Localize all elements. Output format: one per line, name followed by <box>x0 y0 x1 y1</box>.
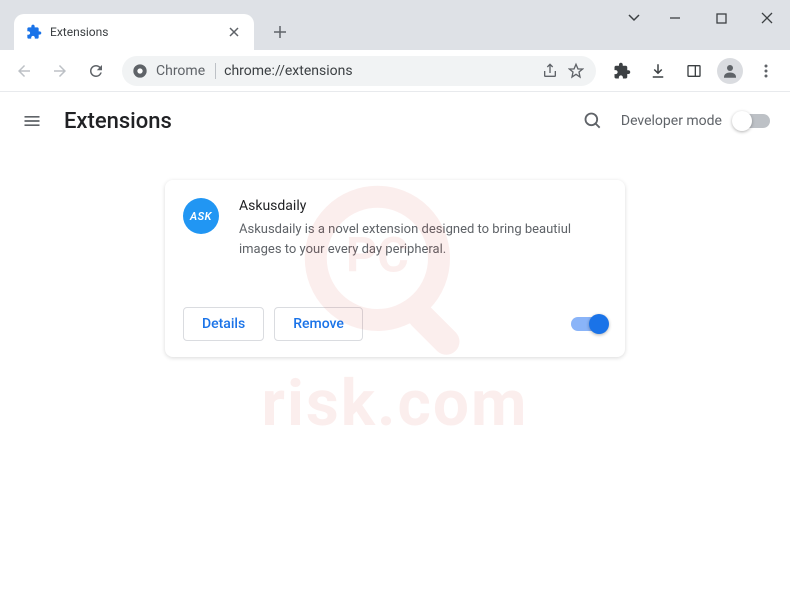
page-title: Extensions <box>64 109 577 134</box>
extension-icon: ASK <box>183 198 219 234</box>
close-window-button[interactable] <box>744 0 790 36</box>
extension-card: ASK Askusdaily Askusdaily is a novel ext… <box>165 180 625 357</box>
tab-search-button[interactable] <box>616 0 652 36</box>
extension-puzzle-icon <box>26 24 42 40</box>
profile-button[interactable] <box>714 55 746 87</box>
minimize-button[interactable] <box>652 0 698 36</box>
maximize-button[interactable] <box>698 0 744 36</box>
browser-tab[interactable]: Extensions <box>14 14 254 50</box>
search-button[interactable] <box>577 105 609 137</box>
bookmark-star-icon[interactable] <box>568 63 584 79</box>
window-titlebar: Extensions <box>0 0 790 50</box>
sidepanel-icon[interactable] <box>678 55 710 87</box>
watermark-text: risk.com <box>262 366 529 441</box>
extension-name: Askusdaily <box>239 198 607 214</box>
extension-enable-toggle[interactable] <box>571 317 607 331</box>
browser-toolbar: Chrome chrome://extensions <box>0 50 790 92</box>
downloads-icon[interactable] <box>642 55 674 87</box>
extensions-list: ASK Askusdaily Askusdaily is a novel ext… <box>0 150 790 357</box>
window-controls <box>616 0 790 36</box>
address-scheme: Chrome <box>156 63 216 79</box>
reload-button[interactable] <box>80 55 112 87</box>
developer-mode-toggle[interactable] <box>734 114 770 128</box>
menu-button[interactable] <box>750 55 782 87</box>
extensions-icon[interactable] <box>606 55 638 87</box>
address-bar[interactable]: Chrome chrome://extensions <box>122 56 596 86</box>
back-button[interactable] <box>8 55 40 87</box>
new-tab-button[interactable] <box>266 18 294 46</box>
avatar-icon <box>717 58 743 84</box>
main-menu-button[interactable] <box>20 109 44 133</box>
share-icon[interactable] <box>542 63 558 79</box>
details-button[interactable]: Details <box>183 307 264 341</box>
extensions-page-header: Extensions Developer mode <box>0 92 790 150</box>
chrome-logo-icon <box>132 63 148 79</box>
remove-button[interactable]: Remove <box>274 307 363 341</box>
forward-button[interactable] <box>44 55 76 87</box>
tab-close-button[interactable] <box>226 24 242 40</box>
address-url: chrome://extensions <box>224 63 534 79</box>
developer-mode-label: Developer mode <box>621 113 722 129</box>
tab-title: Extensions <box>50 25 218 39</box>
extension-description: Askusdaily is a novel extension designed… <box>239 220 607 259</box>
